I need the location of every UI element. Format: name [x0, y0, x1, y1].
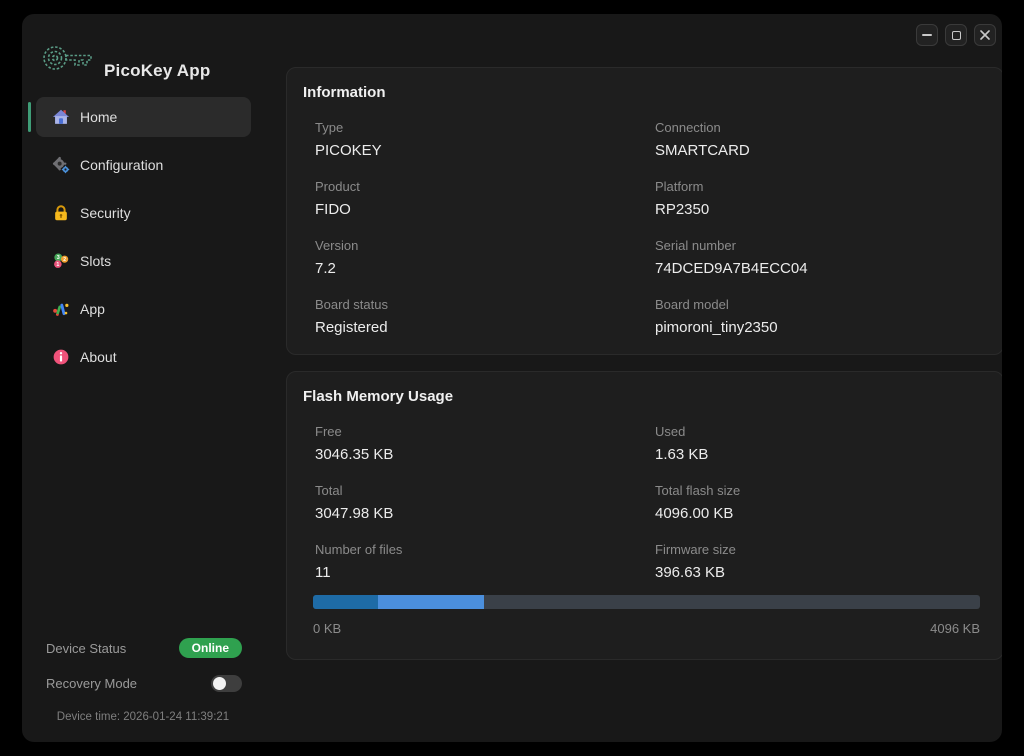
window-controls — [916, 24, 996, 46]
sidebar-item-home[interactable]: Home — [36, 97, 251, 137]
colorful-splash-icon — [52, 300, 70, 318]
device-status-badge: Online — [179, 638, 242, 658]
sidebar-item-about[interactable]: About — [36, 337, 251, 377]
sidebar-item-label: Slots — [80, 253, 111, 269]
field-total-flash-size: Total flash size 4096.00 KB — [655, 483, 1002, 522]
information-grid: Type PICOKEY Connection SMARTCARD Produc… — [287, 101, 1002, 356]
minimize-button[interactable] — [916, 24, 938, 46]
sidebar-item-slots[interactable]: 3 2 1 Slots — [36, 241, 251, 281]
flash-bar-segment-firmware — [313, 595, 378, 609]
field-board-status: Board status Registered — [315, 297, 655, 336]
field-serial-number: Serial number 74DCED9A7B4ECC04 — [655, 238, 1002, 277]
device-status-row: Device Status Online — [46, 638, 242, 658]
numbered-bubbles-icon: 3 2 1 — [52, 252, 70, 270]
recovery-mode-row: Recovery Mode — [46, 675, 242, 692]
field-free: Free 3046.35 KB — [315, 424, 655, 463]
sidebar-item-label: Configuration — [80, 157, 163, 173]
recovery-mode-toggle[interactable] — [211, 675, 242, 692]
flash-grid: Free 3046.35 KB Used 1.63 KB Total 3047.… — [287, 405, 1002, 601]
device-status-label: Device Status — [46, 641, 126, 656]
close-button[interactable] — [974, 24, 996, 46]
field-board-model: Board model pimoroni_tiny2350 — [655, 297, 1002, 336]
field-type: Type PICOKEY — [315, 120, 655, 159]
flash-memory-title: Flash Memory Usage — [303, 388, 1002, 405]
field-version: Version 7.2 — [315, 238, 655, 277]
field-connection: Connection SMARTCARD — [655, 120, 1002, 159]
flash-memory-card: Flash Memory Usage Free 3046.35 KB Used … — [286, 371, 1002, 660]
toggle-knob — [213, 677, 226, 690]
information-card: Information Type PICOKEY Connection SMAR… — [286, 67, 1002, 355]
sidebar-item-label: Home — [80, 109, 117, 125]
home-icon — [52, 108, 70, 126]
field-number-of-files: Number of files 11 — [315, 542, 655, 581]
information-title: Information — [303, 84, 1002, 101]
main-content: Information Type PICOKEY Connection SMAR… — [264, 14, 1002, 742]
svg-text:3: 3 — [57, 255, 60, 261]
minimize-icon — [922, 34, 932, 36]
maximize-button[interactable] — [945, 24, 967, 46]
recovery-mode-label: Recovery Mode — [46, 676, 137, 691]
field-used: Used 1.63 KB — [655, 424, 1002, 463]
app-window: PicoKey App Home — [22, 14, 1002, 742]
active-accent-bar — [28, 102, 31, 132]
sidebar-item-label: Security — [80, 205, 131, 221]
device-time: Device time: 2026-01-24 11:39:21 — [22, 711, 264, 723]
flash-bar-labels: 0 KB 4096 KB — [313, 621, 980, 636]
sidebar-item-label: App — [80, 301, 105, 317]
sidebar-item-app[interactable]: App — [36, 289, 251, 329]
field-total: Total 3047.98 KB — [315, 483, 655, 522]
lock-icon — [52, 204, 70, 222]
flash-bar-start-label: 0 KB — [313, 621, 341, 636]
picokey-logo-icon — [42, 40, 94, 81]
field-firmware-size: Firmware size 396.63 KB — [655, 542, 1002, 581]
maximize-icon — [952, 31, 961, 40]
flash-bar-end-label: 4096 KB — [930, 621, 980, 636]
flash-bar-segment-reserved — [378, 595, 484, 609]
sidebar-nav: Home Configuration — [22, 97, 264, 385]
sidebar-item-security[interactable]: Security — [36, 193, 251, 233]
field-product: Product FIDO — [315, 179, 655, 218]
svg-text:1: 1 — [56, 262, 59, 268]
app-title: PicoKey App — [104, 61, 210, 81]
sidebar-item-label: About — [80, 349, 117, 365]
gears-icon — [52, 156, 70, 174]
sidebar-item-configuration[interactable]: Configuration — [36, 145, 251, 185]
field-platform: Platform RP2350 — [655, 179, 1002, 218]
close-icon — [980, 30, 990, 40]
info-icon — [52, 348, 70, 366]
flash-usage-progress-bar — [313, 595, 980, 609]
svg-text:2: 2 — [63, 257, 66, 263]
